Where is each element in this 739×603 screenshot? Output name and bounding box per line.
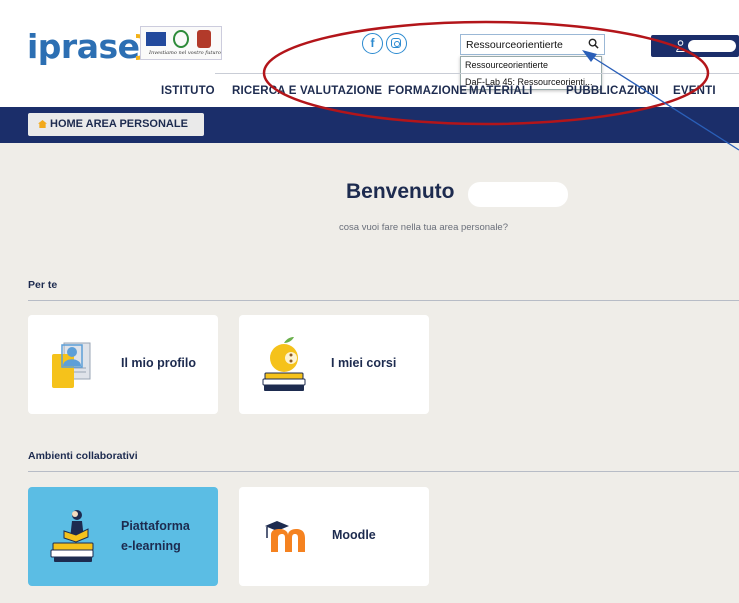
eu-funding-badges: Investiamo nel vostro futuro	[140, 26, 222, 60]
main-nav: ISTITUTO RICERCA E VALUTAZIONE FORMAZION…	[0, 82, 739, 102]
redacted-name	[468, 182, 568, 207]
search-input[interactable]	[461, 35, 584, 54]
card-il-mio-profilo[interactable]: Il mio profilo	[28, 315, 218, 414]
welcome-subtitle: cosa vuoi fare nella tua area personale?	[339, 222, 509, 233]
site-header: iprase Investiamo nel vostro futuro f Re…	[0, 0, 739, 107]
home-area-personale-button[interactable]: HOME AREA PERSONALE	[28, 113, 204, 136]
moodle-logo-icon	[265, 521, 305, 552]
user-icon	[676, 40, 685, 52]
search-suggestion[interactable]: Ressourceorientierte	[461, 57, 601, 73]
eu-motto: Investiamo nel vostro futuro	[149, 50, 221, 56]
nav-item-formazione[interactable]: FORMAZIONE	[388, 85, 467, 97]
eu-flag-icon	[146, 32, 166, 46]
card-moodle[interactable]: Moodle	[239, 487, 429, 586]
nav-item-istituto[interactable]: ISTITUTO	[161, 85, 215, 97]
nav-item-materiali[interactable]: MATERIALI	[469, 85, 533, 97]
section-divider	[28, 300, 739, 301]
welcome-title: Benvenuto	[346, 180, 455, 203]
card-label: Moodle	[332, 528, 376, 542]
personal-area-main: Benvenuto cosa vuoi fare nella tua area …	[0, 143, 739, 603]
redacted-username	[688, 40, 736, 52]
facebook-icon[interactable]: f	[362, 33, 383, 54]
iprase-logo[interactable]: iprase	[27, 27, 150, 66]
search-box	[460, 34, 605, 55]
nav-item-pubblicazioni[interactable]: PUBBLICAZIONI	[566, 85, 659, 97]
search-icon[interactable]	[588, 38, 599, 49]
user-account-button[interactable]	[651, 35, 739, 57]
provincial-emblem-icon	[197, 30, 211, 48]
card-i-miei-corsi[interactable]: I miei corsi	[239, 315, 429, 414]
instagram-glyph	[391, 38, 401, 48]
card-label-line1: Piattaforma	[121, 519, 190, 533]
instagram-icon[interactable]	[386, 33, 407, 54]
nav-item-eventi[interactable]: EVENTI	[673, 85, 716, 97]
profile-card-icon	[52, 342, 91, 388]
italian-emblem-icon	[173, 30, 189, 48]
section-title-ambienti-collaborativi: Ambienti collaborativi	[28, 450, 138, 462]
personal-area-bar: HOME AREA PERSONALE	[0, 107, 739, 143]
apple-books-icon	[262, 337, 306, 391]
card-label-line2: e-learning	[121, 539, 181, 553]
card-label: Il mio profilo	[121, 356, 196, 370]
section-title-per-te: Per te	[28, 279, 58, 291]
home-icon	[38, 120, 47, 128]
card-label: I miei corsi	[331, 356, 397, 370]
section-divider	[28, 471, 739, 472]
nav-item-ricerca[interactable]: RICERCA E VALUTAZIONE	[232, 85, 382, 97]
card-piattaforma-e-learning[interactable]: Piattaforma e-learning	[28, 487, 218, 586]
reader-on-books-icon	[50, 510, 94, 562]
nav-divider	[215, 73, 739, 74]
